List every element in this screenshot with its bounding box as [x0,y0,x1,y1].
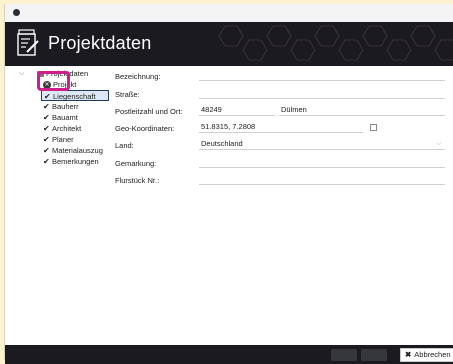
geo-koordinaten-input[interactable]: 51.8315, 7.2808 [199,122,363,133]
cancel-button-label: Abbrechen [414,350,451,359]
footer-bar: ✖ Abbrechen [5,345,453,364]
land-select-value: Deutschland [201,139,243,148]
plz-input[interactable]: 48249 [199,105,275,116]
strasse-input[interactable] [199,88,445,99]
map-pick-icon[interactable] [370,124,377,131]
land-select[interactable]: Deutschland ⌵ [199,139,445,150]
close-icon: ✖ [405,350,412,359]
strasse-label: Straße: [115,90,140,99]
flurstueck-label: Flurstück Nr.: [115,176,160,185]
gemarkung-label: Gemarkung: [115,159,157,168]
bezeichnung-input[interactable] [199,70,445,81]
disabled-button [361,349,387,361]
geo-koordinaten-label: Geo-Koordinaten: [115,124,175,133]
gemarkung-input[interactable] [199,157,445,168]
land-label: Land: [115,141,134,150]
liegenschaft-form: Bezeichnung: Straße: Postleitzahl und Or… [5,4,453,360]
bezeichnung-label: Bezeichnung: [115,72,161,81]
ort-input[interactable]: Dülmen [279,105,445,116]
chevron-down-icon[interactable]: ⌵ [436,139,441,149]
flurstueck-input[interactable] [199,174,445,185]
plz-ort-label: Postleitzahl und Ort: [115,107,183,116]
disabled-button [331,349,357,361]
projektdaten-window: Projektdaten ⌵ Projektdaten ✕ Projekt ✔ Li… [4,4,453,364]
